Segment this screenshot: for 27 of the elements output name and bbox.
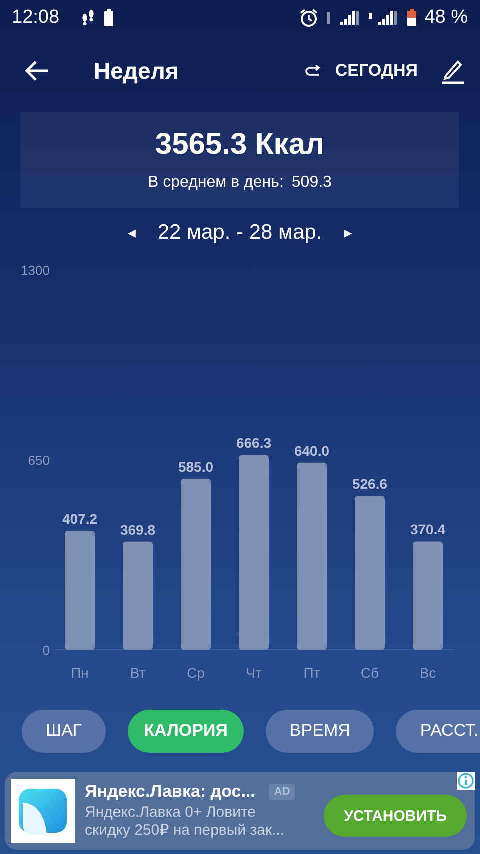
bar-value-label: 585.0 xyxy=(178,459,214,475)
x-axis-label: Чт xyxy=(246,665,262,681)
x-axis-label: Пн xyxy=(71,665,89,681)
x-axis-label: Вс xyxy=(420,665,436,681)
x-axis-label: Вт xyxy=(130,665,146,681)
y-axis-label: 0 xyxy=(42,643,50,658)
screen-title: Неделя xyxy=(94,58,179,84)
date-range: 22 мар. - 28 мар. xyxy=(158,221,322,245)
bar-value-label: 526.6 xyxy=(352,476,388,492)
total-calories: 3565.3 Ккал xyxy=(155,128,325,162)
battery-percent: 48 % xyxy=(424,7,468,29)
average-label: В среднем в день: xyxy=(148,174,284,192)
bar-value-label: 370.4 xyxy=(410,522,446,538)
bar-value-label: 640.0 xyxy=(294,442,330,459)
y-axis-label: 650 xyxy=(28,453,50,468)
bar-value-label: 369.8 xyxy=(120,522,156,538)
y-axis-label: 1300 xyxy=(21,263,50,278)
x-axis-label: Ср xyxy=(187,665,205,681)
ad-badge: AD xyxy=(269,784,296,800)
x-axis-label: Пт xyxy=(304,665,320,681)
bar-value-label: 407.2 xyxy=(62,510,98,527)
status-time: 12:08 xyxy=(12,7,60,29)
bar-value-label: 666.3 xyxy=(236,435,272,452)
ad-description: Яндекс.Лавка 0+ Ловите скидку 250₽ на первый зак... xyxy=(85,804,285,840)
x-axis-label: Сб xyxy=(360,665,380,681)
average-value: 509.3 xyxy=(292,174,332,192)
ad-title: Яндекс.Лавка: дос... xyxy=(85,782,256,802)
